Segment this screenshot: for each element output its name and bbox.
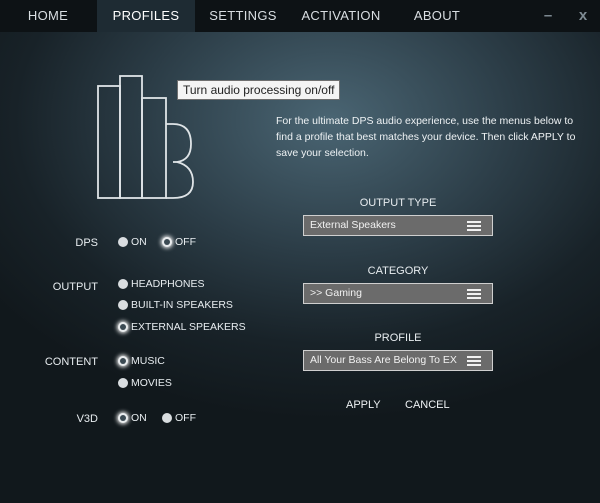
output-type-value: External Speakers <box>310 219 396 231</box>
close-button[interactable]: x <box>573 0 593 32</box>
top-nav: HOME PROFILES SETTINGS ACTIVATION ABOUT … <box>0 0 600 32</box>
radio-selected-icon <box>118 356 128 366</box>
radio-selected-icon <box>118 322 128 332</box>
tab-profiles[interactable]: PROFILES <box>97 0 195 32</box>
category-value: >> Gaming <box>310 287 362 299</box>
apply-button[interactable]: APPLY <box>346 399 381 411</box>
content-label: CONTENT <box>44 356 98 368</box>
profile-title: PROFILE <box>374 332 422 344</box>
output-type-title: OUTPUT TYPE <box>359 197 437 209</box>
tooltip: Turn audio processing on/off <box>177 80 341 100</box>
tab-about[interactable]: ABOUT <box>406 0 468 32</box>
dps-on-label: ON <box>131 236 147 248</box>
intro-text: For the ultimate DPS audio experience, u… <box>276 115 576 159</box>
v3d-off-label: OFF <box>175 412 196 424</box>
cancel-button[interactable]: CANCEL <box>405 399 450 411</box>
radio-icon <box>118 279 128 289</box>
v3d-label: V3D <box>76 413 98 425</box>
category-title: CATEGORY <box>367 265 429 277</box>
output-external-speakers-label: EXTERNAL SPEAKERS <box>131 321 246 333</box>
output-label: OUTPUT <box>52 281 98 293</box>
radio-selected-icon <box>118 413 128 423</box>
output-builtin-speakers-label: BUILT-IN SPEAKERS <box>131 299 233 311</box>
menu-icon <box>467 356 481 366</box>
dps-label: DPS <box>75 237 98 249</box>
menu-icon <box>467 221 481 231</box>
dps-off-label: OFF <box>175 236 196 248</box>
profile-value: All Your Bass Are Belong To EX <box>310 354 457 366</box>
radio-icon <box>118 237 128 247</box>
profile-dropdown[interactable]: All Your Bass Are Belong To EX <box>303 350 493 371</box>
output-type-dropdown[interactable]: External Speakers <box>303 215 493 236</box>
tab-settings[interactable]: SETTINGS <box>203 0 283 32</box>
radio-selected-icon <box>162 237 172 247</box>
v3d-on-label: ON <box>131 412 147 424</box>
content-movies-label: MOVIES <box>131 377 172 389</box>
content-music-label: MUSIC <box>131 355 165 367</box>
minimize-button[interactable]: – <box>538 0 558 32</box>
tab-activation[interactable]: ACTIVATION <box>297 0 385 32</box>
radio-icon <box>118 378 128 388</box>
output-headphones-label: HEADPHONES <box>131 278 205 290</box>
menu-icon <box>467 289 481 299</box>
category-dropdown[interactable]: >> Gaming <box>303 283 493 304</box>
radio-icon <box>162 413 172 423</box>
tab-home[interactable]: HOME <box>18 0 78 32</box>
radio-icon <box>118 300 128 310</box>
